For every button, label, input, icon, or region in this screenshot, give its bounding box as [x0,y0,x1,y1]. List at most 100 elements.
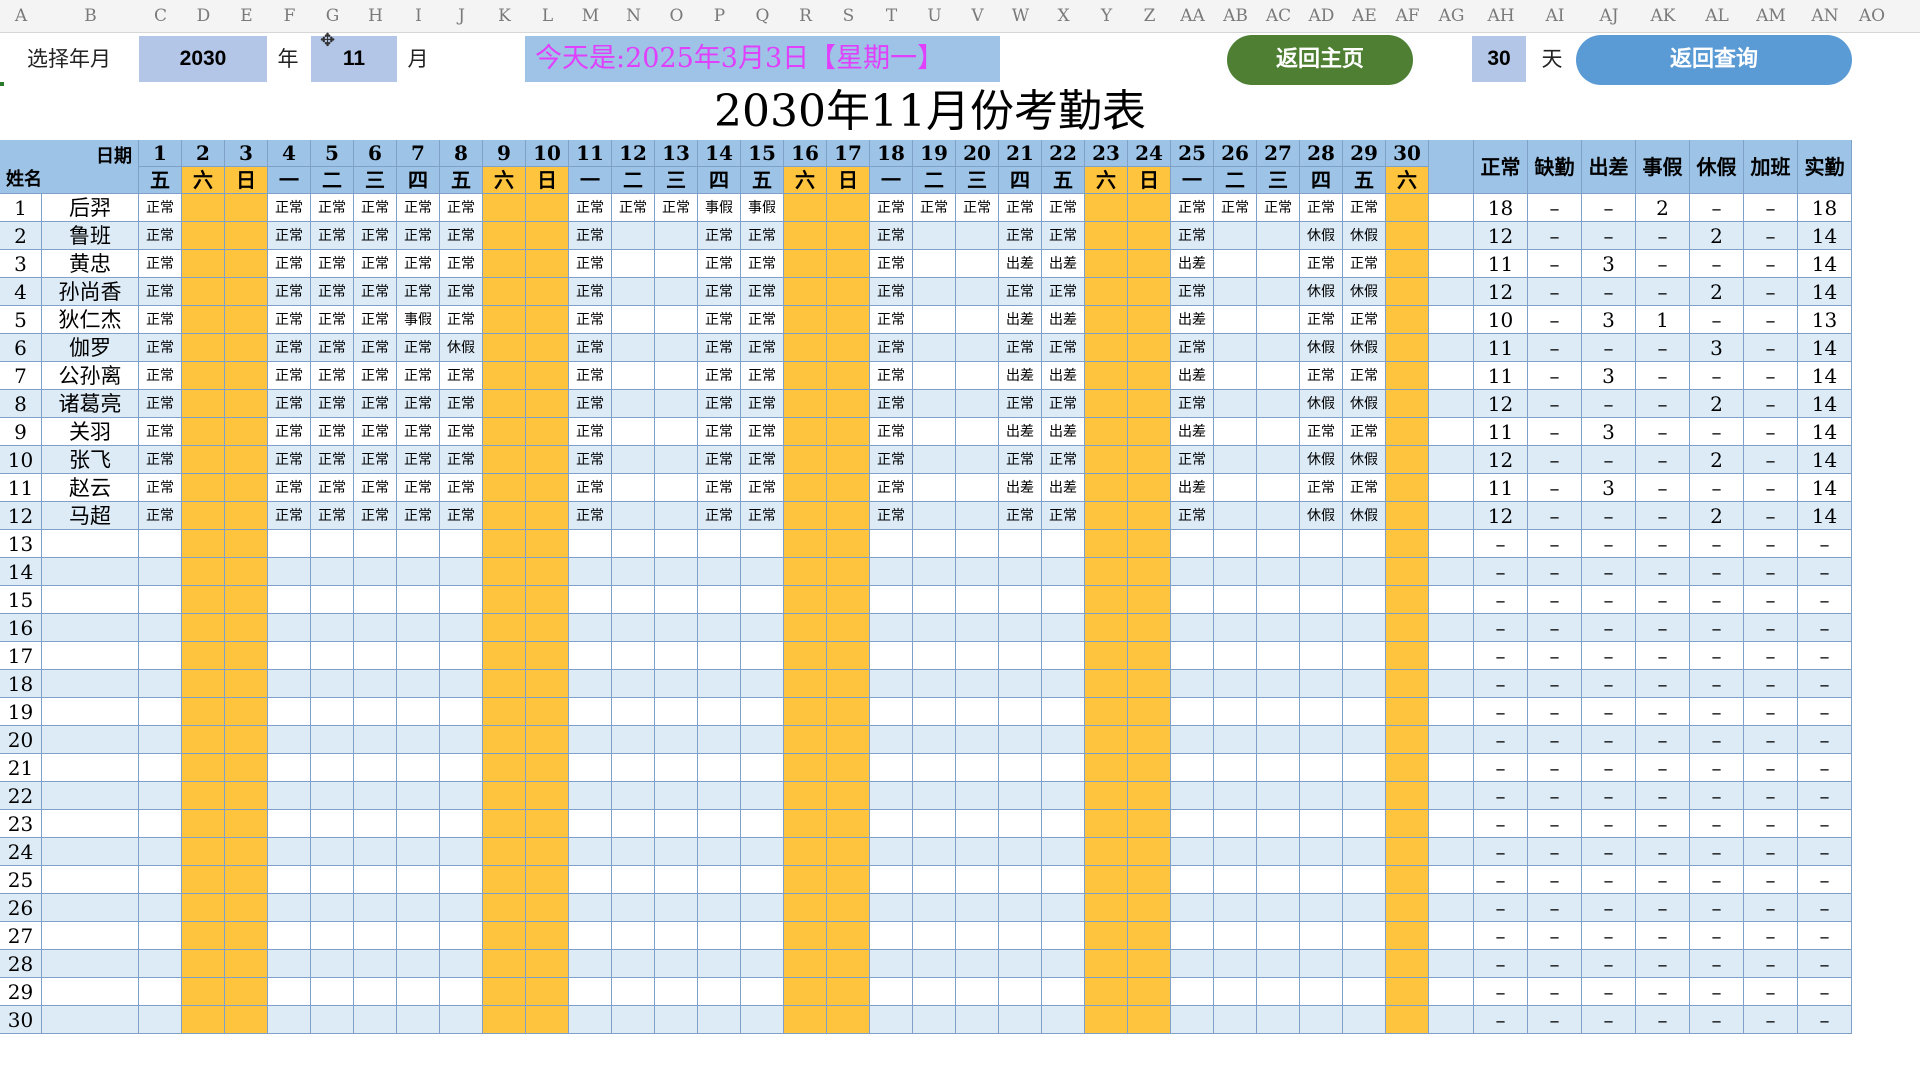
attendance-cell[interactable] [1171,530,1214,558]
attendance-cell[interactable] [870,670,913,698]
attendance-cell[interactable] [1128,950,1171,978]
attendance-cell[interactable]: 休假 [1300,390,1343,418]
attendance-cell[interactable] [784,446,827,474]
attendance-cell[interactable] [526,670,569,698]
attendance-cell[interactable] [268,754,311,782]
attendance-cell[interactable] [182,642,225,670]
attendance-cell[interactable] [354,558,397,586]
attendance-cell[interactable] [784,614,827,642]
attendance-cell[interactable]: 正常 [956,194,999,222]
attendance-cell[interactable] [311,530,354,558]
attendance-cell[interactable] [483,894,526,922]
attendance-cell[interactable]: 出差 [999,250,1042,278]
attendance-cell[interactable] [913,894,956,922]
attendance-cell[interactable] [870,978,913,1006]
attendance-cell[interactable] [784,586,827,614]
attendance-cell[interactable] [1343,978,1386,1006]
attendance-cell[interactable] [956,642,999,670]
attendance-cell[interactable] [440,922,483,950]
employee-name[interactable]: 公孙离 [42,362,139,390]
attendance-cell[interactable] [1257,586,1300,614]
attendance-cell[interactable] [1214,390,1257,418]
attendance-cell[interactable] [1128,922,1171,950]
attendance-cell[interactable] [1171,922,1214,950]
attendance-cell[interactable]: 正常 [569,446,612,474]
attendance-cell[interactable] [1085,334,1128,362]
attendance-cell[interactable] [655,642,698,670]
attendance-cell[interactable] [741,754,784,782]
attendance-cell[interactable] [612,390,655,418]
attendance-cell[interactable] [1085,194,1128,222]
attendance-cell[interactable] [397,838,440,866]
attendance-cell[interactable] [870,586,913,614]
attendance-cell[interactable]: 正常 [1171,334,1214,362]
attendance-cell[interactable] [569,922,612,950]
attendance-cell[interactable] [1257,390,1300,418]
attendance-cell[interactable] [698,754,741,782]
attendance-cell[interactable] [1171,894,1214,922]
attendance-cell[interactable] [182,726,225,754]
attendance-cell[interactable] [913,250,956,278]
attendance-cell[interactable] [225,782,268,810]
attendance-cell[interactable] [397,1006,440,1034]
attendance-cell[interactable]: 正常 [1042,194,1085,222]
attendance-cell[interactable] [1128,250,1171,278]
attendance-cell[interactable] [956,390,999,418]
attendance-cell[interactable] [354,978,397,1006]
attendance-cell[interactable] [354,586,397,614]
attendance-cell[interactable] [354,950,397,978]
attendance-cell[interactable] [655,418,698,446]
attendance-cell[interactable] [655,670,698,698]
attendance-cell[interactable] [999,922,1042,950]
attendance-cell[interactable] [784,558,827,586]
attendance-cell[interactable] [483,642,526,670]
attendance-cell[interactable]: 出差 [999,306,1042,334]
attendance-cell[interactable] [1171,754,1214,782]
column-letter[interactable]: AE [1343,0,1386,32]
attendance-cell[interactable]: 正常 [1171,446,1214,474]
attendance-cell[interactable]: 正常 [1042,390,1085,418]
attendance-cell[interactable] [225,670,268,698]
attendance-cell[interactable] [827,754,870,782]
attendance-cell[interactable] [1214,362,1257,390]
attendance-cell[interactable] [1386,418,1429,446]
attendance-cell[interactable] [440,950,483,978]
attendance-cell[interactable] [827,390,870,418]
attendance-cell[interactable] [612,530,655,558]
attendance-cell[interactable] [311,978,354,1006]
attendance-cell[interactable] [397,698,440,726]
attendance-cell[interactable] [1214,922,1257,950]
column-letter[interactable]: AG [1429,0,1474,32]
attendance-cell[interactable]: 休假 [1300,278,1343,306]
attendance-cell[interactable] [999,754,1042,782]
attendance-cell[interactable] [182,222,225,250]
column-letter[interactable]: Z [1128,0,1171,32]
attendance-cell[interactable] [956,978,999,1006]
attendance-cell[interactable] [440,1006,483,1034]
attendance-cell[interactable] [1128,810,1171,838]
attendance-cell[interactable]: 正常 [741,474,784,502]
attendance-cell[interactable] [1085,278,1128,306]
attendance-cell[interactable] [612,614,655,642]
attendance-cell[interactable] [1300,614,1343,642]
attendance-cell[interactable]: 正常 [1300,306,1343,334]
attendance-cell[interactable]: 正常 [440,194,483,222]
attendance-cell[interactable] [655,334,698,362]
attendance-cell[interactable] [612,586,655,614]
attendance-cell[interactable] [440,642,483,670]
attendance-cell[interactable] [827,222,870,250]
attendance-cell[interactable] [870,866,913,894]
attendance-cell[interactable]: 正常 [311,222,354,250]
attendance-cell[interactable]: 正常 [1300,194,1343,222]
attendance-cell[interactable] [784,222,827,250]
attendance-cell[interactable] [1257,782,1300,810]
attendance-cell[interactable] [483,698,526,726]
attendance-cell[interactable] [526,446,569,474]
attendance-cell[interactable] [139,1006,182,1034]
attendance-cell[interactable] [827,922,870,950]
attendance-cell[interactable] [182,978,225,1006]
attendance-cell[interactable] [698,838,741,866]
attendance-cell[interactable] [397,922,440,950]
attendance-cell[interactable] [225,334,268,362]
attendance-cell[interactable] [827,278,870,306]
